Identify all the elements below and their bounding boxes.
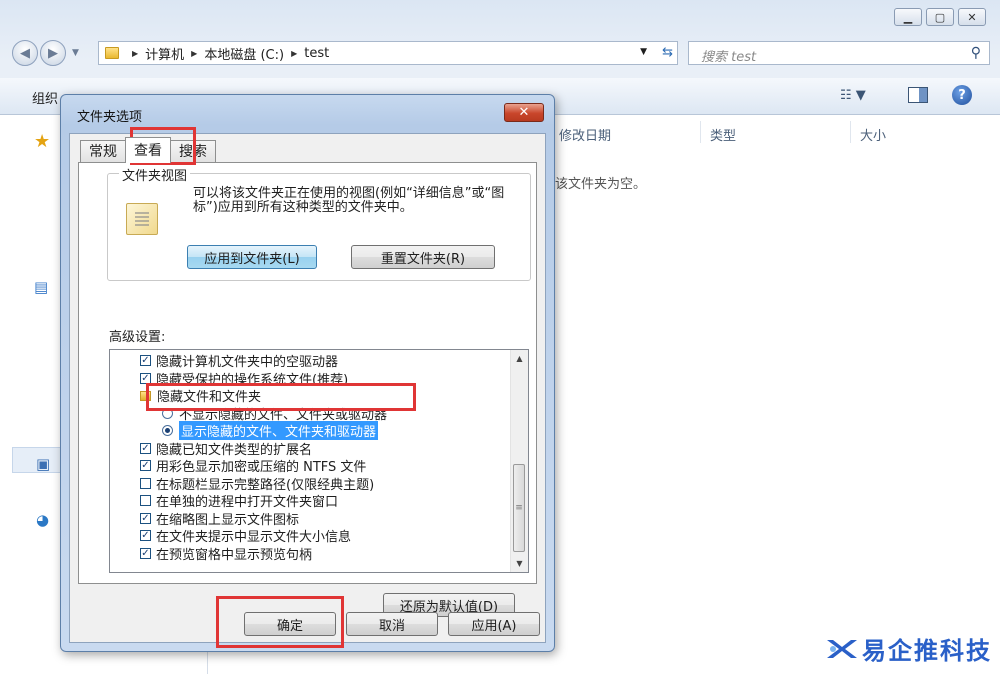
advanced-setting-item[interactable]: 在单独的进程中打开文件夹窗口: [110, 492, 510, 510]
breadcrumb-local-disk[interactable]: 本地磁盘 (C:): [204, 44, 284, 63]
scroll-down-icon[interactable]: ▼: [511, 555, 528, 572]
network-icon[interactable]: ◕: [36, 511, 49, 529]
back-arrow-icon: ◀: [20, 45, 30, 61]
folder-options-dialog: 文件夹选项 ✕ 常规 查看 搜索 文件夹视图 可以将该文件夹正在使用的视图(例如…: [60, 94, 555, 652]
tab-view[interactable]: 查看: [125, 137, 171, 163]
apply-to-folders-button[interactable]: 应用到文件夹(L): [187, 245, 317, 269]
minimize-button[interactable]: ▁: [894, 8, 922, 26]
navigation-bar: ◀ ▶ ▼ ▶ 计算机 ▶ 本地磁盘 (C:) ▶ test ▼ ⇆ 搜索 te…: [0, 38, 1000, 68]
back-button[interactable]: ◀: [12, 40, 38, 66]
advanced-setting-item[interactable]: ✓ 在文件夹提示中显示文件大小信息: [110, 527, 510, 545]
folder-view-icon: [126, 203, 158, 235]
search-input[interactable]: 搜索 test ⚲: [688, 41, 990, 65]
scroll-thumb[interactable]: ≡: [513, 464, 525, 552]
advanced-setting-label: 用彩色显示加密或压缩的 NTFS 文件: [156, 460, 367, 476]
checkbox-checked-icon[interactable]: ✓: [140, 460, 151, 472]
folder-view-description: 可以将该文件夹正在使用的视图(例如“详细信息”或“图标”)应用到所有这种类型的文…: [193, 186, 505, 215]
advanced-setting-label: 显示隐藏的文件、文件夹和驱动器: [179, 421, 379, 441]
advanced-setting-label: 在文件夹提示中显示文件大小信息: [156, 530, 352, 546]
breadcrumb-computer[interactable]: 计算机: [145, 44, 184, 63]
scroll-up-icon[interactable]: ▲: [511, 350, 528, 367]
libraries-icon[interactable]: ▤: [34, 278, 48, 296]
search-icon[interactable]: ⚲: [971, 45, 981, 61]
maximize-button[interactable]: ▢: [926, 8, 954, 26]
highlight-show-hidden-option: [146, 383, 416, 411]
vertical-scrollbar[interactable]: ▲ ≡ ▼: [510, 350, 528, 572]
watermark-text: 易企推科技: [862, 637, 992, 665]
forward-button[interactable]: ▶: [40, 40, 66, 66]
breadcrumb-separator-icon[interactable]: ▶: [291, 49, 297, 58]
checkbox-checked-icon[interactable]: ✓: [140, 512, 151, 524]
apply-button[interactable]: 应用(A): [448, 612, 540, 636]
checkbox-unchecked-icon[interactable]: [140, 495, 151, 507]
breadcrumb-separator-icon[interactable]: ▶: [191, 49, 197, 58]
empty-folder-message: 该文件夹为空。: [555, 177, 647, 192]
advanced-setting-item[interactable]: 显示隐藏的文件、文件夹和驱动器: [110, 421, 510, 441]
recent-pages-dropdown-icon[interactable]: ▼: [72, 48, 79, 58]
breadcrumb-separator-icon[interactable]: ▶: [132, 49, 138, 58]
advanced-setting-item[interactable]: ✓ 用彩色显示加密或压缩的 NTFS 文件: [110, 457, 510, 475]
advanced-setting-item[interactable]: ✓ 隐藏计算机文件夹中的空驱动器: [110, 352, 510, 370]
address-dropdown-icon[interactable]: ▼: [640, 47, 647, 57]
tab-general[interactable]: 常规: [80, 140, 126, 162]
refresh-icon[interactable]: ⇆: [662, 45, 673, 60]
view-tab-panel: 文件夹视图 可以将该文件夹正在使用的视图(例如“详细信息”或“图标”)应用到所有…: [78, 162, 537, 617]
checkbox-unchecked-icon[interactable]: [140, 477, 151, 489]
breadcrumb-test[interactable]: test: [304, 46, 329, 61]
column-divider[interactable]: [700, 121, 701, 143]
folder-icon: [105, 47, 119, 59]
forward-arrow-icon: ▶: [48, 45, 58, 61]
computer-icon[interactable]: ▣: [36, 455, 50, 473]
organize-menu[interactable]: 组织: [32, 88, 58, 107]
checkbox-checked-icon[interactable]: ✓: [140, 442, 151, 454]
dialog-close-button[interactable]: ✕: [504, 103, 544, 122]
column-header-date[interactable]: 修改日期: [559, 125, 611, 144]
advanced-setting-label: 在预览窗格中显示预览句柄: [156, 547, 313, 563]
preview-pane-icon[interactable]: [908, 87, 928, 103]
highlight-ok-button: [216, 596, 344, 648]
checkbox-checked-icon[interactable]: ✓: [140, 530, 151, 542]
advanced-setting-label: 在单独的进程中打开文件夹窗口: [156, 495, 339, 511]
advanced-setting-label: 在缩略图上显示文件图标: [156, 512, 300, 528]
checkbox-checked-icon[interactable]: ✓: [140, 547, 151, 559]
help-icon[interactable]: ?: [952, 85, 972, 105]
search-placeholder: 搜索 test: [701, 50, 757, 65]
reset-folders-button[interactable]: 重置文件夹(R): [351, 245, 495, 269]
advanced-setting-item[interactable]: ✓ 隐藏已知文件类型的扩展名: [110, 440, 510, 458]
column-header-type[interactable]: 类型: [710, 125, 736, 144]
radio-selected-icon[interactable]: [162, 425, 173, 437]
advanced-setting-item[interactable]: 在标题栏显示完整路径(仅限经典主题): [110, 475, 510, 493]
window-controls: ▁ ▢ ✕: [894, 8, 986, 26]
favorites-star-icon[interactable]: ★: [34, 131, 50, 152]
cancel-button[interactable]: 取消: [346, 612, 438, 636]
column-header-size[interactable]: 大小: [860, 125, 886, 144]
advanced-setting-item[interactable]: ✓ 在缩略图上显示文件图标: [110, 510, 510, 528]
advanced-setting-label: 隐藏计算机文件夹中的空驱动器: [156, 355, 339, 371]
advanced-setting-label: 在标题栏显示完整路径(仅限经典主题): [156, 477, 375, 493]
watermark: 易企推科技: [824, 631, 992, 666]
address-bar[interactable]: ▶ 计算机 ▶ 本地磁盘 (C:) ▶ test ▼ ⇆: [98, 41, 678, 65]
advanced-setting-item[interactable]: ✓ 在预览窗格中显示预览句柄: [110, 545, 510, 563]
close-window-button[interactable]: ✕: [958, 8, 986, 26]
advanced-setting-label: 隐藏已知文件类型的扩展名: [156, 442, 313, 458]
watermark-logo-icon: [827, 639, 857, 658]
folder-view-title: 文件夹视图: [119, 165, 191, 184]
checkbox-checked-icon[interactable]: ✓: [140, 355, 151, 367]
change-view-icon[interactable]: ☷ ▼: [840, 88, 866, 103]
column-divider[interactable]: [850, 121, 851, 143]
dialog-title: 文件夹选项: [77, 110, 143, 125]
advanced-settings-label: 高级设置:: [109, 330, 166, 345]
